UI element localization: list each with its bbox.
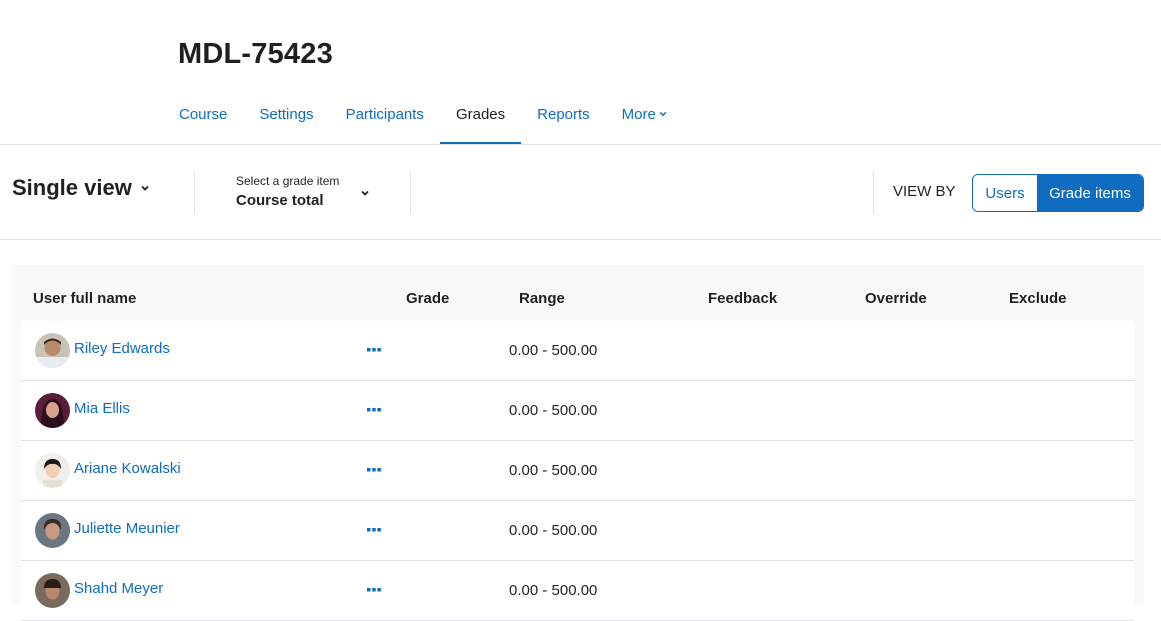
grade-item-value: Course total	[236, 192, 324, 209]
tertiary-navigation: Single view Select a grade item Course t…	[0, 145, 1161, 239]
divider	[194, 171, 195, 214]
report-selector-label: Single view	[12, 175, 132, 200]
table-row: Mia Ellis 0.00 - 500.00	[21, 381, 1134, 441]
column-header-override: Override	[865, 290, 927, 307]
grade-item-selector[interactable]: Select a grade item Course total	[236, 174, 376, 209]
tab-more[interactable]: More	[606, 88, 683, 144]
actions-menu-button[interactable]	[363, 521, 385, 539]
report-selector-dropdown[interactable]: Single view	[12, 175, 150, 201]
view-by-label: VIEW BY	[893, 183, 956, 200]
tab-settings[interactable]: Settings	[243, 88, 329, 144]
tab-label: Settings	[259, 105, 314, 123]
avatar[interactable]	[35, 333, 70, 368]
page-title: MDL-75423	[178, 38, 333, 70]
column-header-feedback: Feedback	[708, 290, 778, 307]
ellipsis-icon	[367, 468, 381, 472]
grade-item-caption: Select a grade item	[236, 174, 340, 188]
avatar[interactable]	[35, 393, 70, 428]
actions-menu-button[interactable]	[363, 341, 385, 359]
tab-label: Reports	[537, 105, 590, 123]
column-header-name: User full name	[33, 290, 137, 307]
table-row: Juliette Meunier 0.00 - 500.00	[21, 501, 1134, 561]
table-header: User full name Grade Range Feedback Over…	[11, 265, 1144, 321]
ellipsis-icon	[367, 408, 381, 412]
range-value: 0.00 - 500.00	[509, 402, 598, 419]
chevron-down-icon	[141, 185, 149, 191]
actions-menu-button[interactable]	[363, 581, 385, 599]
grades-table: User full name Grade Range Feedback Over…	[11, 265, 1144, 621]
actions-menu-button[interactable]	[363, 401, 385, 419]
tab-label: Grades	[455, 105, 506, 123]
tab-reports[interactable]: Reports	[521, 88, 606, 144]
divider	[410, 171, 411, 214]
user-name-link[interactable]: Ariane Kowalski	[74, 460, 181, 477]
user-name-link[interactable]: Juliette Meunier	[74, 520, 180, 537]
tab-grades[interactable]: Grades	[439, 88, 522, 145]
table-body: Riley Edwards 0.00 - 500.00 Mia Ellis 0.…	[21, 321, 1134, 621]
range-value: 0.00 - 500.00	[509, 342, 598, 359]
column-header-exclude: Exclude	[1009, 290, 1067, 307]
tab-label: Course	[179, 105, 228, 123]
divider	[0, 239, 1161, 240]
tab-course[interactable]: Course	[163, 88, 243, 144]
view-by-users-button[interactable]: Users	[973, 175, 1037, 211]
table-row: Ariane Kowalski 0.00 - 500.00	[21, 441, 1134, 501]
avatar[interactable]	[35, 573, 70, 608]
column-header-range: Range	[519, 290, 565, 307]
table-row: Shahd Meyer 0.00 - 500.00	[21, 561, 1134, 621]
chevron-down-icon	[361, 190, 369, 196]
tab-label: More	[621, 105, 656, 123]
view-by-grade-items-button[interactable]: Grade items	[1037, 175, 1143, 211]
divider	[873, 171, 874, 214]
user-name-link[interactable]: Mia Ellis	[74, 400, 130, 417]
range-value: 0.00 - 500.00	[509, 582, 598, 599]
chevron-down-icon	[659, 111, 667, 117]
ellipsis-icon	[367, 528, 381, 532]
actions-menu-button[interactable]	[363, 461, 385, 479]
avatar[interactable]	[35, 513, 70, 548]
ellipsis-icon	[367, 348, 381, 352]
tab-participants[interactable]: Participants	[330, 88, 440, 144]
table-row: Riley Edwards 0.00 - 500.00	[21, 321, 1134, 381]
column-header-grade: Grade	[406, 290, 450, 307]
range-value: 0.00 - 500.00	[509, 522, 598, 539]
range-value: 0.00 - 500.00	[509, 462, 598, 479]
secondary-navigation: Course Settings Participants Grades Repo…	[163, 88, 683, 145]
avatar[interactable]	[35, 453, 70, 488]
user-name-link[interactable]: Riley Edwards	[74, 340, 170, 357]
view-by-toggle: Users Grade items	[972, 174, 1144, 212]
tab-label: Participants	[345, 105, 424, 123]
